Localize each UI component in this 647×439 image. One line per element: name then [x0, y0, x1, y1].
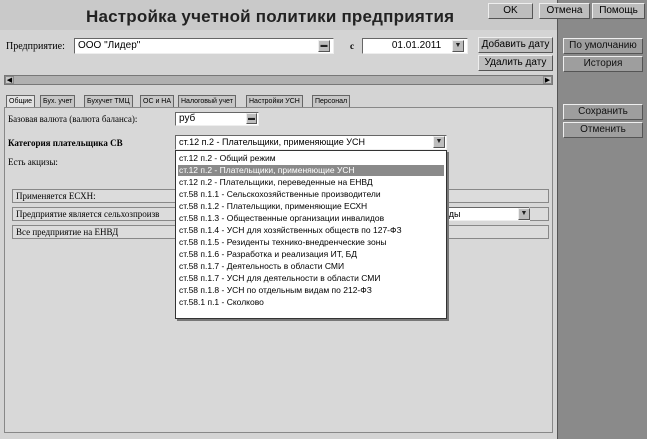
add-date-button[interactable]: Добавить дату	[478, 37, 553, 53]
scroll-left-icon[interactable]: ◀	[5, 76, 14, 84]
help-button[interactable]: Помощь	[592, 3, 645, 19]
date-dropdown-icon[interactable]: ▼	[452, 40, 464, 52]
scroll-right-icon[interactable]: ▶	[543, 76, 552, 84]
category-label: Категория плательщика СВ	[8, 138, 123, 148]
dropdown-option[interactable]: ст.58 п.1.5 - Резиденты технико-внедренч…	[178, 237, 444, 248]
eskhn-label: Применяется ЕСХН:	[16, 191, 96, 201]
dropdown-option[interactable]: ст.58 п.1.2 - Плательщики, применяющие Е…	[178, 201, 444, 212]
excise-label: Есть акцизы:	[8, 157, 58, 167]
horizontal-scrollbar[interactable]: ◀ ▶	[4, 75, 553, 85]
dropdown-option[interactable]: ст.58 п.1.7 - Деятельность в области СМИ	[178, 261, 444, 272]
dropdown-option[interactable]: ст.58.1 п.1 - Сколково	[178, 297, 444, 308]
title-bar: Настройка учетной политики предприятия O…	[0, 0, 557, 30]
tab-personnel[interactable]: Персонал	[312, 95, 351, 107]
enterprise-field[interactable]: ООО "Лидер"	[74, 38, 334, 54]
ok-button[interactable]: OK	[488, 3, 533, 19]
tab-usn-settings[interactable]: Настройки УСН	[246, 95, 303, 107]
dropdown-option-selected[interactable]: ст.12 п.2 - Плательщики, применяющие УСН	[178, 165, 444, 176]
dropdown-option[interactable]: ст.58 п.1.8 - УСН по отдельным видам по …	[178, 285, 444, 296]
cancel-button[interactable]: Отменить	[563, 122, 643, 138]
dropdown-option[interactable]: ст.58 п.1.7 - УСН для деятельности в обл…	[178, 273, 444, 284]
window-title: Настройка учетной политики предприятия	[86, 7, 455, 26]
default-button[interactable]: По умолчанию	[563, 38, 643, 54]
dropdown-option[interactable]: ст.12 п.2 - Плательщики, переведенные на…	[178, 177, 444, 188]
dropdown-option[interactable]: ст.58 п.1.1 - Сельскохозяйственные произ…	[178, 189, 444, 200]
dropdown-option[interactable]: ст.58 п.1.3 - Общественные организации и…	[178, 213, 444, 224]
category-select[interactable]: ст.12 п.2 - Плательщики, применяющие УСН	[175, 135, 447, 150]
tab-accounting[interactable]: Бух. учет	[40, 95, 76, 107]
tab-tax[interactable]: Налоговый учет	[178, 95, 236, 107]
dropdown-option[interactable]: ст.58 п.1.6 - Разработка и реализация ИТ…	[178, 249, 444, 260]
dropdown-option[interactable]: ст.12 п.2 - Общий режим	[178, 153, 444, 164]
category-dropdown-icon[interactable]: ▼	[433, 136, 445, 148]
envd-label: Все предприятие на ЕНВД	[16, 227, 119, 237]
base-currency-label: Базовая валюта (валюта баланса):	[8, 114, 138, 124]
cancel-window-button[interactable]: Отмена	[539, 3, 590, 19]
tab-fixed-assets[interactable]: ОС и НА	[140, 95, 175, 107]
currency-picker-icon[interactable]: ▬	[246, 113, 257, 124]
dropdown-option[interactable]: ст.58 п.1.4 - УСН для хозяйственных обще…	[178, 225, 444, 236]
tab-inventory[interactable]: Бухучет ТМЦ	[84, 95, 133, 107]
enterprise-picker-icon[interactable]: ▬	[318, 40, 330, 52]
agri-select[interactable]: оды	[440, 207, 530, 221]
agri-dropdown-icon[interactable]: ▼	[518, 208, 530, 220]
enterprise-label: Предприятие:	[6, 41, 65, 52]
agri-label: Предприятие является сельхозпроизв	[16, 209, 160, 219]
date-from-label: с	[350, 41, 354, 51]
category-dropdown-list[interactable]: ст.12 п.2 - Общий режим ст.12 п.2 - Плат…	[175, 150, 447, 319]
history-button[interactable]: История	[563, 56, 643, 72]
save-button[interactable]: Сохранить	[563, 104, 643, 120]
remove-date-button[interactable]: Удалить дату	[478, 55, 553, 71]
